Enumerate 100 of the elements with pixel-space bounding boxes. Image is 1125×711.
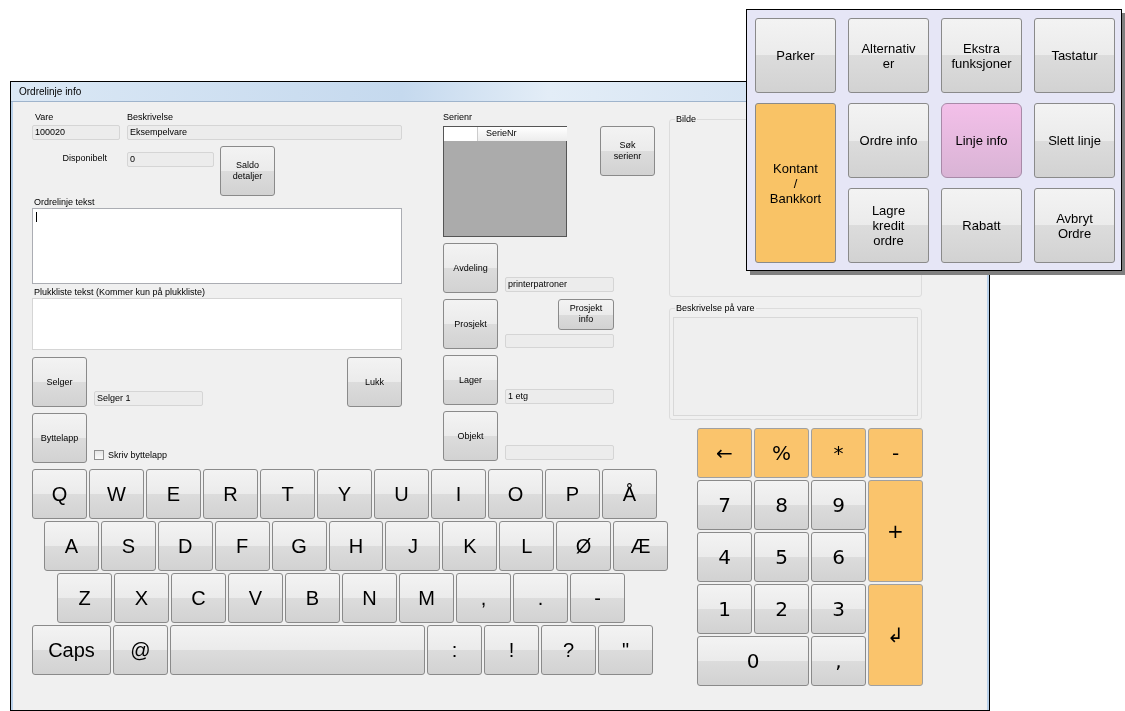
checkbox[interactable] (94, 450, 104, 460)
numpad-key[interactable]: ← (697, 428, 752, 478)
column-header: SerieNr (478, 127, 567, 141)
keyboard-key[interactable]: H (328, 521, 384, 571)
keyboard-key[interactable]: U (374, 469, 429, 519)
keyboard-key[interactable]: P (545, 469, 600, 519)
keyboard-key[interactable]: : (427, 625, 482, 675)
function-button[interactable]: Ekstra funksjoner (941, 18, 1022, 93)
numpad-key[interactable]: ↲ (868, 584, 923, 686)
keyboard-key[interactable]: M (399, 573, 454, 623)
keyboard-key[interactable]: X (114, 573, 169, 623)
text-field[interactable]: 1 etg (505, 389, 614, 404)
text-field[interactable]: printerpatroner (505, 277, 614, 292)
text-field[interactable]: 0 (127, 152, 214, 167)
keyboard-key[interactable]: " (598, 625, 653, 675)
checkbox-label: Skriv byttelapp (108, 449, 168, 461)
numpad-key[interactable]: 0 (697, 636, 809, 686)
text-field[interactable] (505, 445, 614, 460)
keyboard-key[interactable]: R (203, 469, 258, 519)
function-button[interactable]: Ordre info (848, 103, 929, 178)
assignment-button[interactable]: Avdeling (443, 243, 498, 293)
numpad-key[interactable]: , (811, 636, 866, 686)
assignment-button[interactable]: Objekt (443, 411, 498, 461)
field-label: Ordrelinje tekst (34, 196, 96, 208)
numpad-key[interactable]: % (754, 428, 809, 478)
assignment-button[interactable]: Prosjekt (443, 299, 498, 349)
field-label: Disponibelt (62, 152, 107, 164)
field-label: Beskrivelse (127, 111, 173, 123)
group-title: Beskrivelse på vare (675, 302, 756, 314)
keyboard-key[interactable]: N (342, 573, 397, 623)
keyboard-key[interactable]: L (499, 521, 555, 571)
numpad-key[interactable]: 3 (811, 584, 866, 634)
numpad-key[interactable]: 6 (811, 532, 866, 582)
text-area[interactable] (32, 298, 402, 350)
text-field[interactable] (505, 333, 614, 348)
group-title: Bilde (675, 113, 697, 125)
field-label: Serienr (443, 111, 473, 123)
text-field[interactable]: 100020 (32, 125, 120, 140)
numpad-key[interactable]: 5 (754, 532, 809, 582)
keyboard-key[interactable]: D (157, 521, 213, 571)
keyboard-key[interactable]: ! (484, 625, 539, 675)
row-header-cell (444, 127, 478, 141)
assignment-button[interactable]: Lager (443, 355, 498, 405)
keyboard-key[interactable]: ? (541, 625, 596, 675)
keyboard-key[interactable]: , (456, 573, 511, 623)
keyboard-key[interactable]: Æ (613, 521, 668, 571)
keyboard-key[interactable]: K (442, 521, 498, 571)
keyboard-key[interactable]: Å (602, 469, 657, 519)
text-area[interactable] (32, 208, 402, 284)
function-button[interactable]: Lagre kredit ordre (848, 188, 929, 263)
saldo-button[interactable]: Saldo detaljer (220, 146, 275, 196)
keyboard-key[interactable]: Caps (32, 625, 111, 675)
function-button[interactable]: Alternativ er (848, 18, 929, 93)
keyboard-key[interactable]: B (285, 573, 340, 623)
numpad-key[interactable]: * (811, 428, 866, 478)
keyboard-key[interactable]: V (228, 573, 283, 623)
text-cursor (36, 212, 37, 222)
function-button[interactable]: Slett linje (1034, 103, 1115, 178)
keyboard-key[interactable]: Q (32, 469, 87, 519)
search-serial-button[interactable]: Søk serienr (600, 126, 655, 176)
text-field[interactable]: Selger 1 (94, 391, 203, 406)
function-button[interactable]: Kontant / Bankkort (755, 103, 836, 263)
keyboard-key[interactable]: Z (57, 573, 112, 623)
function-button[interactable]: Avbryt Ordre (1034, 188, 1115, 263)
keyboard-key[interactable]: C (171, 573, 226, 623)
keyboard-key[interactable]: J (385, 521, 441, 571)
numpad-key[interactable]: 9 (811, 480, 866, 530)
keyboard-key[interactable]: A (44, 521, 99, 571)
byttelapp-button[interactable]: Byttelapp (32, 413, 87, 463)
function-button[interactable]: Tastatur (1034, 18, 1115, 93)
keyboard-key[interactable]: O (488, 469, 543, 519)
keyboard-key[interactable]: - (570, 573, 625, 623)
numpad-key[interactable]: - (868, 428, 923, 478)
keyboard-key[interactable]: Y (317, 469, 372, 519)
keyboard-key[interactable]: S (100, 521, 156, 571)
function-button[interactable]: Parker (755, 18, 836, 93)
keyboard-key[interactable]: G (271, 521, 327, 571)
space-key[interactable] (170, 625, 425, 675)
keyboard-key[interactable]: @ (113, 625, 168, 675)
numpad-key[interactable]: 8 (754, 480, 809, 530)
selger-button[interactable]: Selger (32, 357, 87, 407)
numpad-key[interactable]: 7 (697, 480, 752, 530)
field-label: Vare (35, 111, 55, 123)
function-button[interactable]: Rabatt (941, 188, 1022, 263)
close-button[interactable]: Lukk (347, 357, 402, 407)
numpad-key[interactable]: + (868, 480, 923, 582)
keyboard-key[interactable]: T (260, 469, 315, 519)
window-title: Ordrelinje info (19, 85, 82, 98)
numpad-key[interactable]: 1 (697, 584, 752, 634)
function-button[interactable]: Linje info (941, 103, 1022, 178)
keyboard-key[interactable]: Ø (556, 521, 612, 571)
numpad-key[interactable]: 4 (697, 532, 752, 582)
keyboard-key[interactable]: . (513, 573, 568, 623)
keyboard-key[interactable]: E (146, 469, 201, 519)
numpad-key[interactable]: 2 (754, 584, 809, 634)
keyboard-key[interactable]: W (89, 469, 144, 519)
keyboard-key[interactable]: I (431, 469, 486, 519)
keyboard-key[interactable]: F (214, 521, 270, 571)
project-info-button[interactable]: Prosjekt info (558, 299, 614, 330)
text-field[interactable]: Eksempelvare (127, 125, 402, 140)
